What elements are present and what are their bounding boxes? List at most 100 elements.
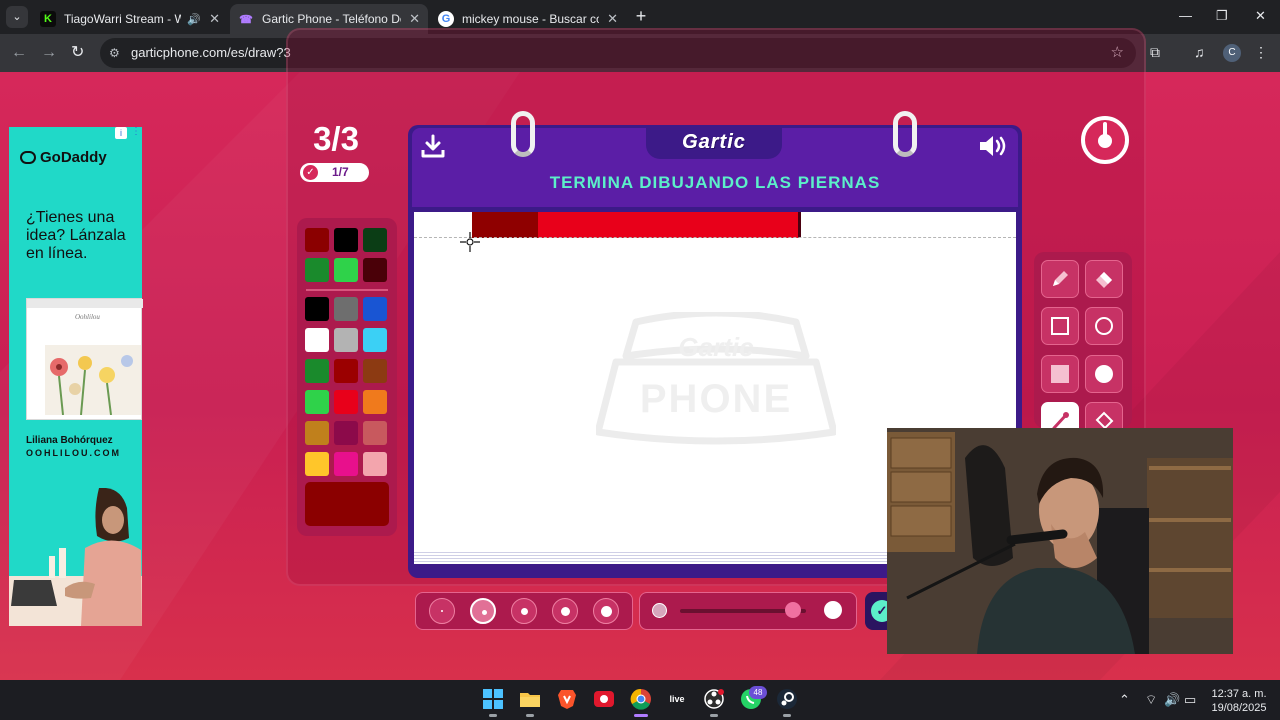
windows-start-icon[interactable] [482,688,504,710]
color-swatch[interactable] [363,359,387,383]
color-swatch[interactable] [334,359,358,383]
godaddy-mark-icon [20,151,36,164]
webcam-overlay [887,428,1233,654]
media-controls-icon[interactable]: ♫ [1194,44,1205,60]
color-swatch[interactable] [334,390,358,414]
forward-icon[interactable]: → [41,43,57,63]
brush-size-dot [441,610,443,612]
battery-icon[interactable]: ▭ [1184,692,1196,708]
watermark-top-text: Gartic [678,332,754,362]
app-red-icon[interactable] [593,688,615,710]
circle-filled-tool-button[interactable] [1085,355,1123,393]
ad-website-preview: Oohlilou [26,298,143,420]
minimize-button[interactable]: — [1179,8,1192,23]
clock-time[interactable]: 12:37 a. m. [1207,688,1271,700]
taskbar-indicator [526,714,534,717]
color-swatch[interactable] [363,258,387,282]
steam-icon[interactable] [776,688,798,710]
brave-icon[interactable] [556,688,578,710]
preview-browser-bar [27,299,143,308]
brush-size-button[interactable] [593,598,619,624]
previous-drawing-edge [798,212,801,238]
color-swatch[interactable] [305,228,329,252]
color-swatch[interactable] [305,390,329,414]
color-swatch[interactable] [334,258,358,282]
color-swatch[interactable] [334,421,358,445]
color-swatch[interactable] [334,297,358,321]
new-tab-button[interactable]: + [632,7,650,25]
back-icon[interactable]: ← [11,43,27,63]
ad-options-icon[interactable]: ⋮ [131,126,141,137]
rectangle-filled-tool-button[interactable] [1041,355,1079,393]
tab-tiagowarri[interactable]: K TiagoWarri Stream - Watch 🔊 ✕ [32,4,228,34]
url-text: garticphone.com/es/draw?3 [131,45,291,60]
speaker-icon[interactable]: 🔊 [187,13,201,26]
gartic-logo-text: Gartic [682,131,746,153]
brush-size-button[interactable] [552,598,578,624]
google-icon: G [438,11,454,27]
color-swatch[interactable] [334,328,358,352]
players-done-count: 1/7 [332,165,349,179]
current-color[interactable] [305,482,389,526]
brush-size-button[interactable] [511,598,537,624]
color-swatch[interactable] [363,328,387,352]
close-icon[interactable]: ✕ [209,11,220,27]
close-icon[interactable]: ✕ [607,11,618,27]
gartic-phone-icon: ☎ [239,13,253,26]
ad-info-icon[interactable]: i [115,127,127,139]
live-icon[interactable]: live [666,688,688,710]
rectangle-outline-tool-button[interactable] [1041,307,1079,345]
opacity-high-indicator [824,601,842,619]
eraser-tool-button[interactable] [1085,260,1123,298]
clock-date[interactable]: 19/08/2025 [1207,702,1271,714]
profile-avatar[interactable]: C [1223,44,1241,62]
continuation-guide-line [414,237,1016,238]
color-swatch[interactable] [305,258,329,282]
color-swatch[interactable] [363,421,387,445]
speaker-icon[interactable]: 🔊 [1164,692,1180,708]
color-swatch[interactable] [305,421,329,445]
circle-filled-icon [1095,365,1113,383]
site-info-icon[interactable]: ⚙ [109,38,120,68]
brush-size-button[interactable] [470,598,496,624]
flowers-image [45,345,141,415]
color-swatch[interactable] [363,228,387,252]
obs-icon[interactable] [703,688,725,710]
chrome-icon[interactable] [630,688,652,710]
color-swatch[interactable] [363,297,387,321]
kick-icon: K [40,11,56,27]
check-icon: ✓ [303,165,318,180]
maximize-button[interactable]: ❐ [1216,8,1228,24]
tab-search-button[interactable]: ⌄ [6,6,28,28]
pencil-icon [1053,271,1068,286]
tab-title: TiagoWarri Stream - Watch [64,12,182,26]
pencil-tool-button[interactable] [1041,260,1079,298]
file-explorer-icon[interactable] [519,688,541,710]
taskbar-indicator [710,714,718,717]
color-swatch[interactable] [305,297,329,321]
color-swatch[interactable] [363,452,387,476]
extensions-icon[interactable]: ⧉ [1150,44,1160,61]
color-swatch[interactable] [363,390,387,414]
close-icon[interactable]: ✕ [409,11,420,27]
download-icon[interactable] [420,133,446,159]
tab-title: Gartic Phone - Teléfono Descon [262,12,401,26]
color-swatch[interactable] [305,452,329,476]
tray-overflow-icon[interactable]: ⌃ [1119,692,1130,708]
previous-drawing-dark-red [472,212,540,238]
reload-icon[interactable]: ↻ [71,43,84,63]
taskbar-indicator [783,714,791,717]
menu-icon[interactable]: ⋮ [1254,44,1268,61]
wifi-icon[interactable]: ⌔ [1145,692,1157,708]
gartic-phone-watermark: Gartic PHONE [596,312,836,445]
color-swatch[interactable] [305,359,329,383]
ad-headline: ¿Tienes una idea? Lánzala en línea. [26,209,126,262]
volume-icon[interactable] [978,133,1010,159]
color-swatch[interactable] [305,328,329,352]
close-window-button[interactable]: ✕ [1255,8,1266,24]
circle-outline-tool-button[interactable] [1085,307,1123,345]
color-swatch[interactable] [334,228,358,252]
taskbar-indicator [489,714,497,717]
color-swatch[interactable] [334,452,358,476]
brush-size-button[interactable] [429,598,455,624]
